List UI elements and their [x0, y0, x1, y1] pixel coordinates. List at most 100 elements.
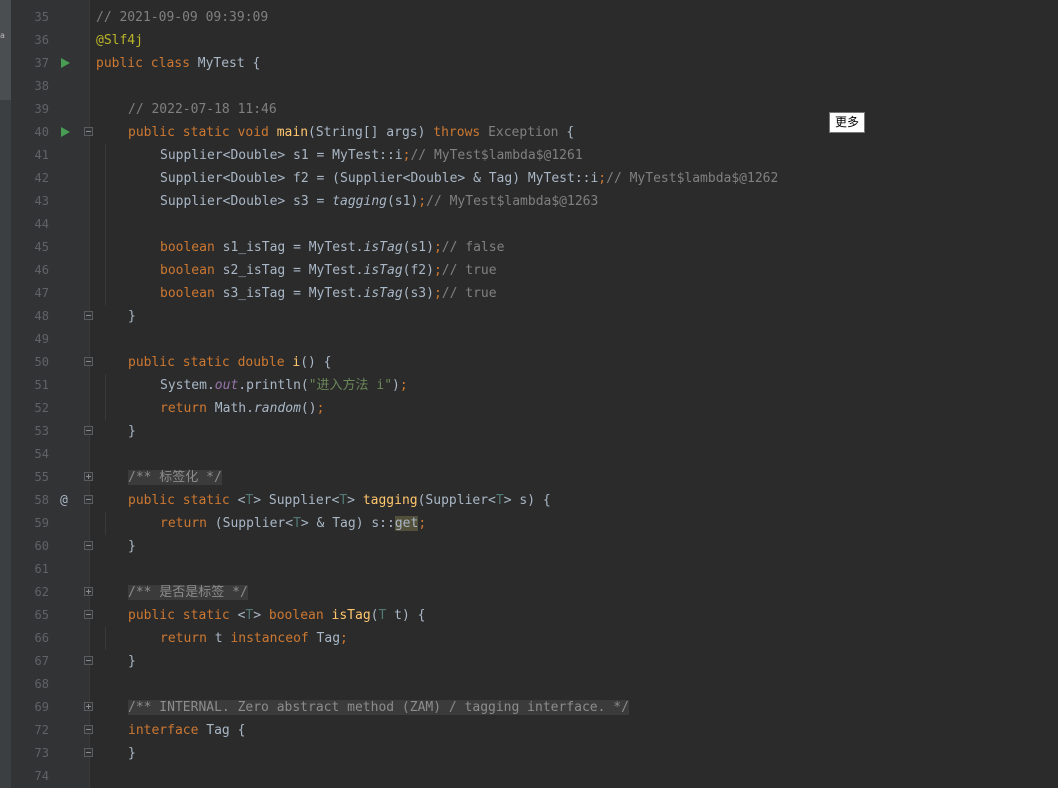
code-text[interactable]: return Math.random();	[160, 397, 324, 420]
fold-expand-icon[interactable]	[84, 587, 93, 596]
code-line[interactable]: 40 public static void main(String[] args)…	[0, 121, 1058, 144]
line-number[interactable]: 58	[11, 489, 49, 512]
code-text[interactable]: public static <T> Supplier<T> tagging(Su…	[128, 489, 551, 512]
fold-collapse-icon[interactable]	[84, 656, 93, 665]
code-text[interactable]: return t instanceof Tag;	[160, 627, 348, 650]
code-line[interactable]: 58 @ public static <T> Supplier<T> tagging…	[0, 489, 1058, 512]
line-number[interactable]: 54	[11, 443, 49, 466]
code-text[interactable]: boolean s3_isTag = MyTest.isTag(s3);// t…	[160, 282, 497, 305]
line-number[interactable]: 43	[11, 190, 49, 213]
code-editor[interactable]: a 35// 2021-09-09 09:39:09 36 @Slf4j 37 publ…	[0, 0, 1058, 788]
line-number[interactable]: 50	[11, 351, 49, 374]
code-line[interactable]: 74	[0, 765, 1058, 788]
code-line[interactable]: 39 // 2022-07-18 11:46	[0, 98, 1058, 121]
code-line[interactable]: 47 boolean s3_isTag = MyTest.isTag(s3);//…	[0, 282, 1058, 305]
line-number[interactable]: 42	[11, 167, 49, 190]
code-text[interactable]: return (Supplier<T> & Tag) s::get;	[160, 512, 426, 535]
fold-collapse-icon[interactable]	[84, 748, 93, 757]
code-text[interactable]: Supplier<Double> s1 = MyTest::i;// MyTes…	[160, 144, 583, 167]
line-number[interactable]: 46	[11, 259, 49, 282]
line-number[interactable]: 51	[11, 374, 49, 397]
code-line[interactable]: 42 Supplier<Double> f2 = (Supplier<Double…	[0, 167, 1058, 190]
code-line[interactable]: 61	[0, 558, 1058, 581]
code-line[interactable]: 55 /** 标签化 */	[0, 466, 1058, 489]
code-line[interactable]: 52 return Math.random();	[0, 397, 1058, 420]
code-text[interactable]: public static double i() {	[128, 351, 332, 374]
code-line[interactable]: 44	[0, 213, 1058, 236]
code-text[interactable]: // 2022-07-18 11:46	[128, 98, 277, 121]
fold-collapse-icon[interactable]	[84, 127, 93, 136]
code-text[interactable]: }	[128, 305, 136, 328]
code-line[interactable]: 50 public static double i() {	[0, 351, 1058, 374]
code-line[interactable]: 49	[0, 328, 1058, 351]
fold-collapse-icon[interactable]	[84, 541, 93, 550]
code-line[interactable]: 68	[0, 673, 1058, 696]
code-line[interactable]: 45 boolean s1_isTag = MyTest.isTag(s1);//…	[0, 236, 1058, 259]
line-number[interactable]: 35	[11, 6, 49, 29]
line-number[interactable]: 61	[11, 558, 49, 581]
code-text[interactable]: /** 标签化 */	[128, 466, 222, 489]
code-line[interactable]: 51 System.out.println("进入方法 i");	[0, 374, 1058, 397]
fold-expand-icon[interactable]	[84, 472, 93, 481]
line-number[interactable]: 65	[11, 604, 49, 627]
line-number[interactable]: 49	[11, 328, 49, 351]
code-text[interactable]: @Slf4j	[96, 29, 143, 52]
code-text[interactable]: public static <T> boolean isTag(T t) {	[128, 604, 425, 627]
code-text[interactable]: boolean s2_isTag = MyTest.isTag(f2);// t…	[160, 259, 497, 282]
code-line[interactable]: 43 Supplier<Double> s3 = tagging(s1);// M…	[0, 190, 1058, 213]
code-text[interactable]: boolean s1_isTag = MyTest.isTag(s1);// f…	[160, 236, 504, 259]
code-line[interactable]: 36 @Slf4j	[0, 29, 1058, 52]
line-number[interactable]: 36	[11, 29, 49, 52]
code-text[interactable]: /** INTERNAL. Zero abstract method (ZAM)…	[128, 696, 629, 719]
run-icon[interactable]	[61, 58, 70, 68]
line-number[interactable]: 69	[11, 696, 49, 719]
code-text[interactable]: }	[128, 650, 136, 673]
line-number[interactable]: 38	[11, 75, 49, 98]
code-line[interactable]: 35 // 2021-09-09 09:39:09	[0, 6, 1058, 29]
code-line[interactable]: 62 /** 是否是标签 */	[0, 581, 1058, 604]
fold-collapse-icon[interactable]	[84, 495, 93, 504]
code-line[interactable]: 67}	[0, 650, 1058, 673]
code-line[interactable]: 46 boolean s2_isTag = MyTest.isTag(f2);//…	[0, 259, 1058, 282]
code-text[interactable]: System.out.println("进入方法 i");	[160, 374, 408, 397]
line-number[interactable]: 53	[11, 420, 49, 443]
line-number[interactable]: 59	[11, 512, 49, 535]
line-number[interactable]: 47	[11, 282, 49, 305]
line-number[interactable]: 66	[11, 627, 49, 650]
code-line[interactable]: 37 public class MyTest {	[0, 52, 1058, 75]
code-line[interactable]: 73}	[0, 742, 1058, 765]
code-text[interactable]: public static void main(String[] args) t…	[128, 121, 574, 144]
line-number[interactable]: 55	[11, 466, 49, 489]
code-line[interactable]: 65 public static <T> boolean isTag(T t) {	[0, 604, 1058, 627]
code-text[interactable]: }	[128, 535, 136, 558]
code-line[interactable]: 54	[0, 443, 1058, 466]
run-icon[interactable]	[61, 127, 70, 137]
line-number[interactable]: 41	[11, 144, 49, 167]
code-text[interactable]: /** 是否是标签 */	[128, 581, 248, 604]
line-number[interactable]: 74	[11, 765, 49, 788]
line-number[interactable]: 37	[11, 52, 49, 75]
line-number[interactable]: 52	[11, 397, 49, 420]
code-line[interactable]: 72 interface Tag {	[0, 719, 1058, 742]
code-text[interactable]: interface Tag {	[128, 719, 245, 742]
code-line[interactable]: 59 return (Supplier<T> & Tag) s::get;	[0, 512, 1058, 535]
code-text[interactable]: }	[128, 742, 136, 765]
code-text[interactable]: }	[128, 420, 136, 443]
fold-collapse-icon[interactable]	[84, 357, 93, 366]
code-text[interactable]: Supplier<Double> f2 = (Supplier<Double> …	[160, 167, 778, 190]
line-number[interactable]: 72	[11, 719, 49, 742]
line-number[interactable]: 68	[11, 673, 49, 696]
line-number[interactable]: 60	[11, 535, 49, 558]
code-text[interactable]: // 2021-09-09 09:39:09	[96, 6, 268, 29]
line-number[interactable]: 44	[11, 213, 49, 236]
code-text[interactable]: Supplier<Double> s3 = tagging(s1);// MyT…	[160, 190, 598, 213]
code-line[interactable]: 53}	[0, 420, 1058, 443]
fold-collapse-icon[interactable]	[84, 311, 93, 320]
code-line[interactable]: 60}	[0, 535, 1058, 558]
line-number[interactable]: 39	[11, 98, 49, 121]
line-number[interactable]: 73	[11, 742, 49, 765]
code-line[interactable]: 38	[0, 75, 1058, 98]
code-text[interactable]: public class MyTest {	[96, 52, 260, 75]
fold-expand-icon[interactable]	[84, 702, 93, 711]
code-line[interactable]: 48}	[0, 305, 1058, 328]
